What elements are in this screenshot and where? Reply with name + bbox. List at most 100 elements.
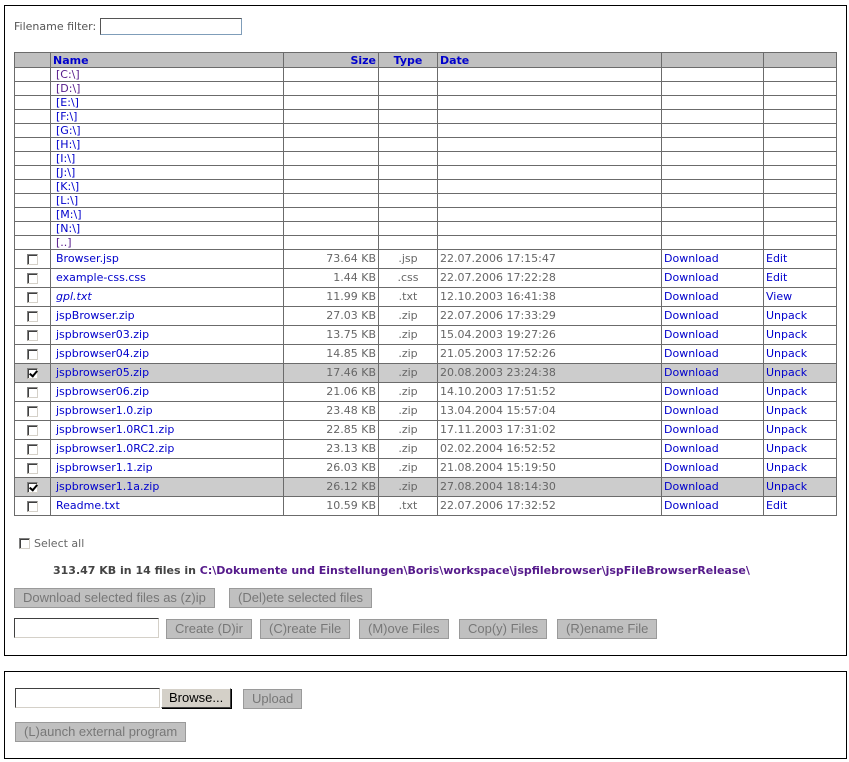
download-link[interactable]: Download	[664, 271, 719, 284]
drive-link[interactable]: [G:\]	[53, 125, 81, 137]
file-name-link[interactable]: Browser.jsp	[53, 252, 119, 265]
file-action-link[interactable]: Unpack	[766, 328, 807, 341]
download-link[interactable]: Download	[664, 290, 719, 303]
file-row[interactable]: jspbrowser04.zip 14.85 KB .zip 21.05.2003 1…	[14, 344, 837, 364]
download-link[interactable]: Download	[664, 404, 719, 417]
download-link[interactable]: Download	[664, 385, 719, 398]
download-link[interactable]: Download	[664, 252, 719, 265]
drive-link[interactable]: [K:\]	[53, 181, 79, 193]
file-name-link[interactable]: jspbrowser06.zip	[53, 385, 149, 398]
header-date[interactable]: Date	[437, 52, 662, 68]
file-action-link[interactable]: Unpack	[766, 347, 807, 360]
drive-link[interactable]: [J:\]	[53, 167, 75, 179]
file-checkbox[interactable]	[27, 367, 38, 379]
move-files-button[interactable]: (M)ove Files	[359, 619, 449, 639]
rename-file-button[interactable]: (R)ename File	[557, 619, 658, 639]
file-name-link[interactable]: jspbrowser04.zip	[53, 347, 149, 360]
download-link[interactable]: Download	[664, 328, 719, 341]
file-action-link[interactable]: Unpack	[766, 480, 807, 493]
file-row[interactable]: jspbrowser1.1a.zip 26.12 KB .zip 27.08.2004…	[14, 477, 837, 497]
file-checkbox[interactable]	[27, 424, 38, 436]
select-all[interactable]: Select all	[19, 537, 84, 550]
file-name-link[interactable]: jspbrowser1.0RC1.zip	[53, 423, 174, 436]
header-name[interactable]: Name	[50, 52, 284, 68]
file-checkbox[interactable]	[27, 462, 38, 474]
file-name-link[interactable]: gpl.txt	[53, 290, 92, 303]
filename-filter-input[interactable]	[100, 18, 243, 35]
file-checkbox[interactable]	[27, 253, 38, 265]
file-checkbox[interactable]	[27, 443, 38, 455]
drive-link[interactable]: [M:\]	[53, 209, 82, 221]
upload-button[interactable]: Upload	[243, 689, 303, 709]
file-name-link[interactable]: jspbrowser05.zip	[53, 366, 149, 379]
file-row[interactable]: jspbrowser03.zip 13.75 KB .zip 15.04.2003 1…	[14, 325, 837, 345]
header-type[interactable]: Type	[378, 52, 438, 68]
download-link[interactable]: Download	[664, 309, 719, 322]
file-action-link[interactable]: Unpack	[766, 442, 807, 455]
download-zip-button[interactable]: Download selected files as (z)ip	[14, 588, 215, 608]
file-action-link[interactable]: Unpack	[766, 461, 807, 474]
file-row[interactable]: jspbrowser1.1.zip 26.03 KB .zip 21.08.2004 …	[14, 458, 837, 478]
file-row[interactable]: example-css.css 1.44 KB .css 22.07.2006 17:…	[14, 268, 837, 288]
file-action-link[interactable]: Unpack	[766, 309, 807, 322]
new-name-input[interactable]	[14, 618, 159, 638]
file-action-link[interactable]: View	[766, 290, 792, 303]
drive-link[interactable]: [N:\]	[53, 223, 80, 235]
download-link[interactable]: Download	[664, 461, 719, 474]
create-file-button[interactable]: (C)reate File	[260, 619, 351, 639]
file-checkbox[interactable]	[27, 310, 38, 322]
delete-selected-button[interactable]: (Del)ete selected files	[229, 588, 372, 608]
header-size[interactable]: Size	[283, 52, 379, 68]
file-action-link[interactable]: Edit	[766, 499, 787, 512]
file-row[interactable]: Readme.txt 10.59 KB .txt 22.07.2006 17:32:5…	[14, 496, 837, 516]
file-checkbox[interactable]	[27, 329, 38, 341]
file-name-link[interactable]: Readme.txt	[53, 499, 120, 512]
file-name-link[interactable]: example-css.css	[53, 271, 146, 284]
download-link[interactable]: Download	[664, 442, 719, 455]
download-link[interactable]: Download	[664, 423, 719, 436]
file-checkbox[interactable]	[27, 405, 38, 417]
file-action-link[interactable]: Edit	[766, 271, 787, 284]
browse-button[interactable]: Browse...	[161, 688, 232, 708]
drive-link[interactable]: [F:\]	[53, 111, 77, 123]
download-link[interactable]: Download	[664, 347, 719, 360]
file-row[interactable]: jspbrowser06.zip 21.06 KB .zip 14.10.2003 1…	[14, 382, 837, 402]
file-action-link[interactable]: Unpack	[766, 366, 807, 379]
file-name-link[interactable]: jspbrowser1.0.zip	[53, 404, 153, 417]
file-row[interactable]: jspbrowser05.zip 17.46 KB .zip 20.08.2003 2…	[14, 363, 837, 383]
launch-program-button[interactable]: (L)aunch external program	[15, 722, 187, 742]
file-action-link[interactable]: Unpack	[766, 404, 807, 417]
drive-link[interactable]: [L:\]	[53, 195, 78, 207]
copy-files-button[interactable]: Cop(y) Files	[459, 619, 548, 639]
file-name-link[interactable]: jspbrowser03.zip	[53, 328, 149, 341]
drive-link[interactable]: [H:\]	[53, 139, 80, 151]
download-link[interactable]: Download	[664, 480, 719, 493]
file-row[interactable]: jspbrowser1.0.zip 23.48 KB .zip 13.04.2004 …	[14, 401, 837, 421]
file-checkbox[interactable]	[27, 272, 38, 284]
download-link[interactable]: Download	[664, 366, 719, 379]
drive-link[interactable]: [I:\]	[53, 153, 75, 165]
file-row[interactable]: jspBrowser.zip 27.03 KB .zip 22.07.2006 17:…	[14, 306, 837, 326]
file-name-link[interactable]: jspbrowser1.1.zip	[53, 461, 153, 474]
select-all-checkbox[interactable]	[19, 538, 30, 549]
drive-link[interactable]: [D:\]	[53, 83, 80, 95]
file-action-link[interactable]: Unpack	[766, 385, 807, 398]
file-action-link[interactable]: Unpack	[766, 423, 807, 436]
file-checkbox[interactable]	[27, 481, 38, 493]
drive-link[interactable]: [..]	[53, 237, 72, 249]
file-row[interactable]: gpl.txt 11.99 KB .txt 12.10.2003 16:41:38 Do…	[14, 287, 837, 307]
file-name-link[interactable]: jspbrowser1.0RC2.zip	[53, 442, 174, 455]
drive-link[interactable]: [C:\]	[53, 69, 80, 81]
file-action-link[interactable]: Edit	[766, 252, 787, 265]
drive-link[interactable]: [E:\]	[53, 97, 79, 109]
file-name-link[interactable]: jspbrowser1.1a.zip	[53, 480, 159, 493]
file-name-link[interactable]: jspBrowser.zip	[53, 309, 135, 322]
file-row[interactable]: Browser.jsp 73.64 KB .jsp 22.07.2006 17:15:…	[14, 249, 837, 269]
file-checkbox[interactable]	[27, 291, 38, 303]
file-row[interactable]: jspbrowser1.0RC1.zip 22.85 KB .zip 17.11.20…	[14, 420, 837, 440]
file-checkbox[interactable]	[27, 500, 38, 512]
file-row[interactable]: jspbrowser1.0RC2.zip 23.13 KB .zip 02.02.20…	[14, 439, 837, 459]
create-dir-button[interactable]: Create (D)ir	[166, 619, 252, 639]
file-checkbox[interactable]	[27, 348, 38, 360]
file-checkbox[interactable]	[27, 386, 38, 398]
